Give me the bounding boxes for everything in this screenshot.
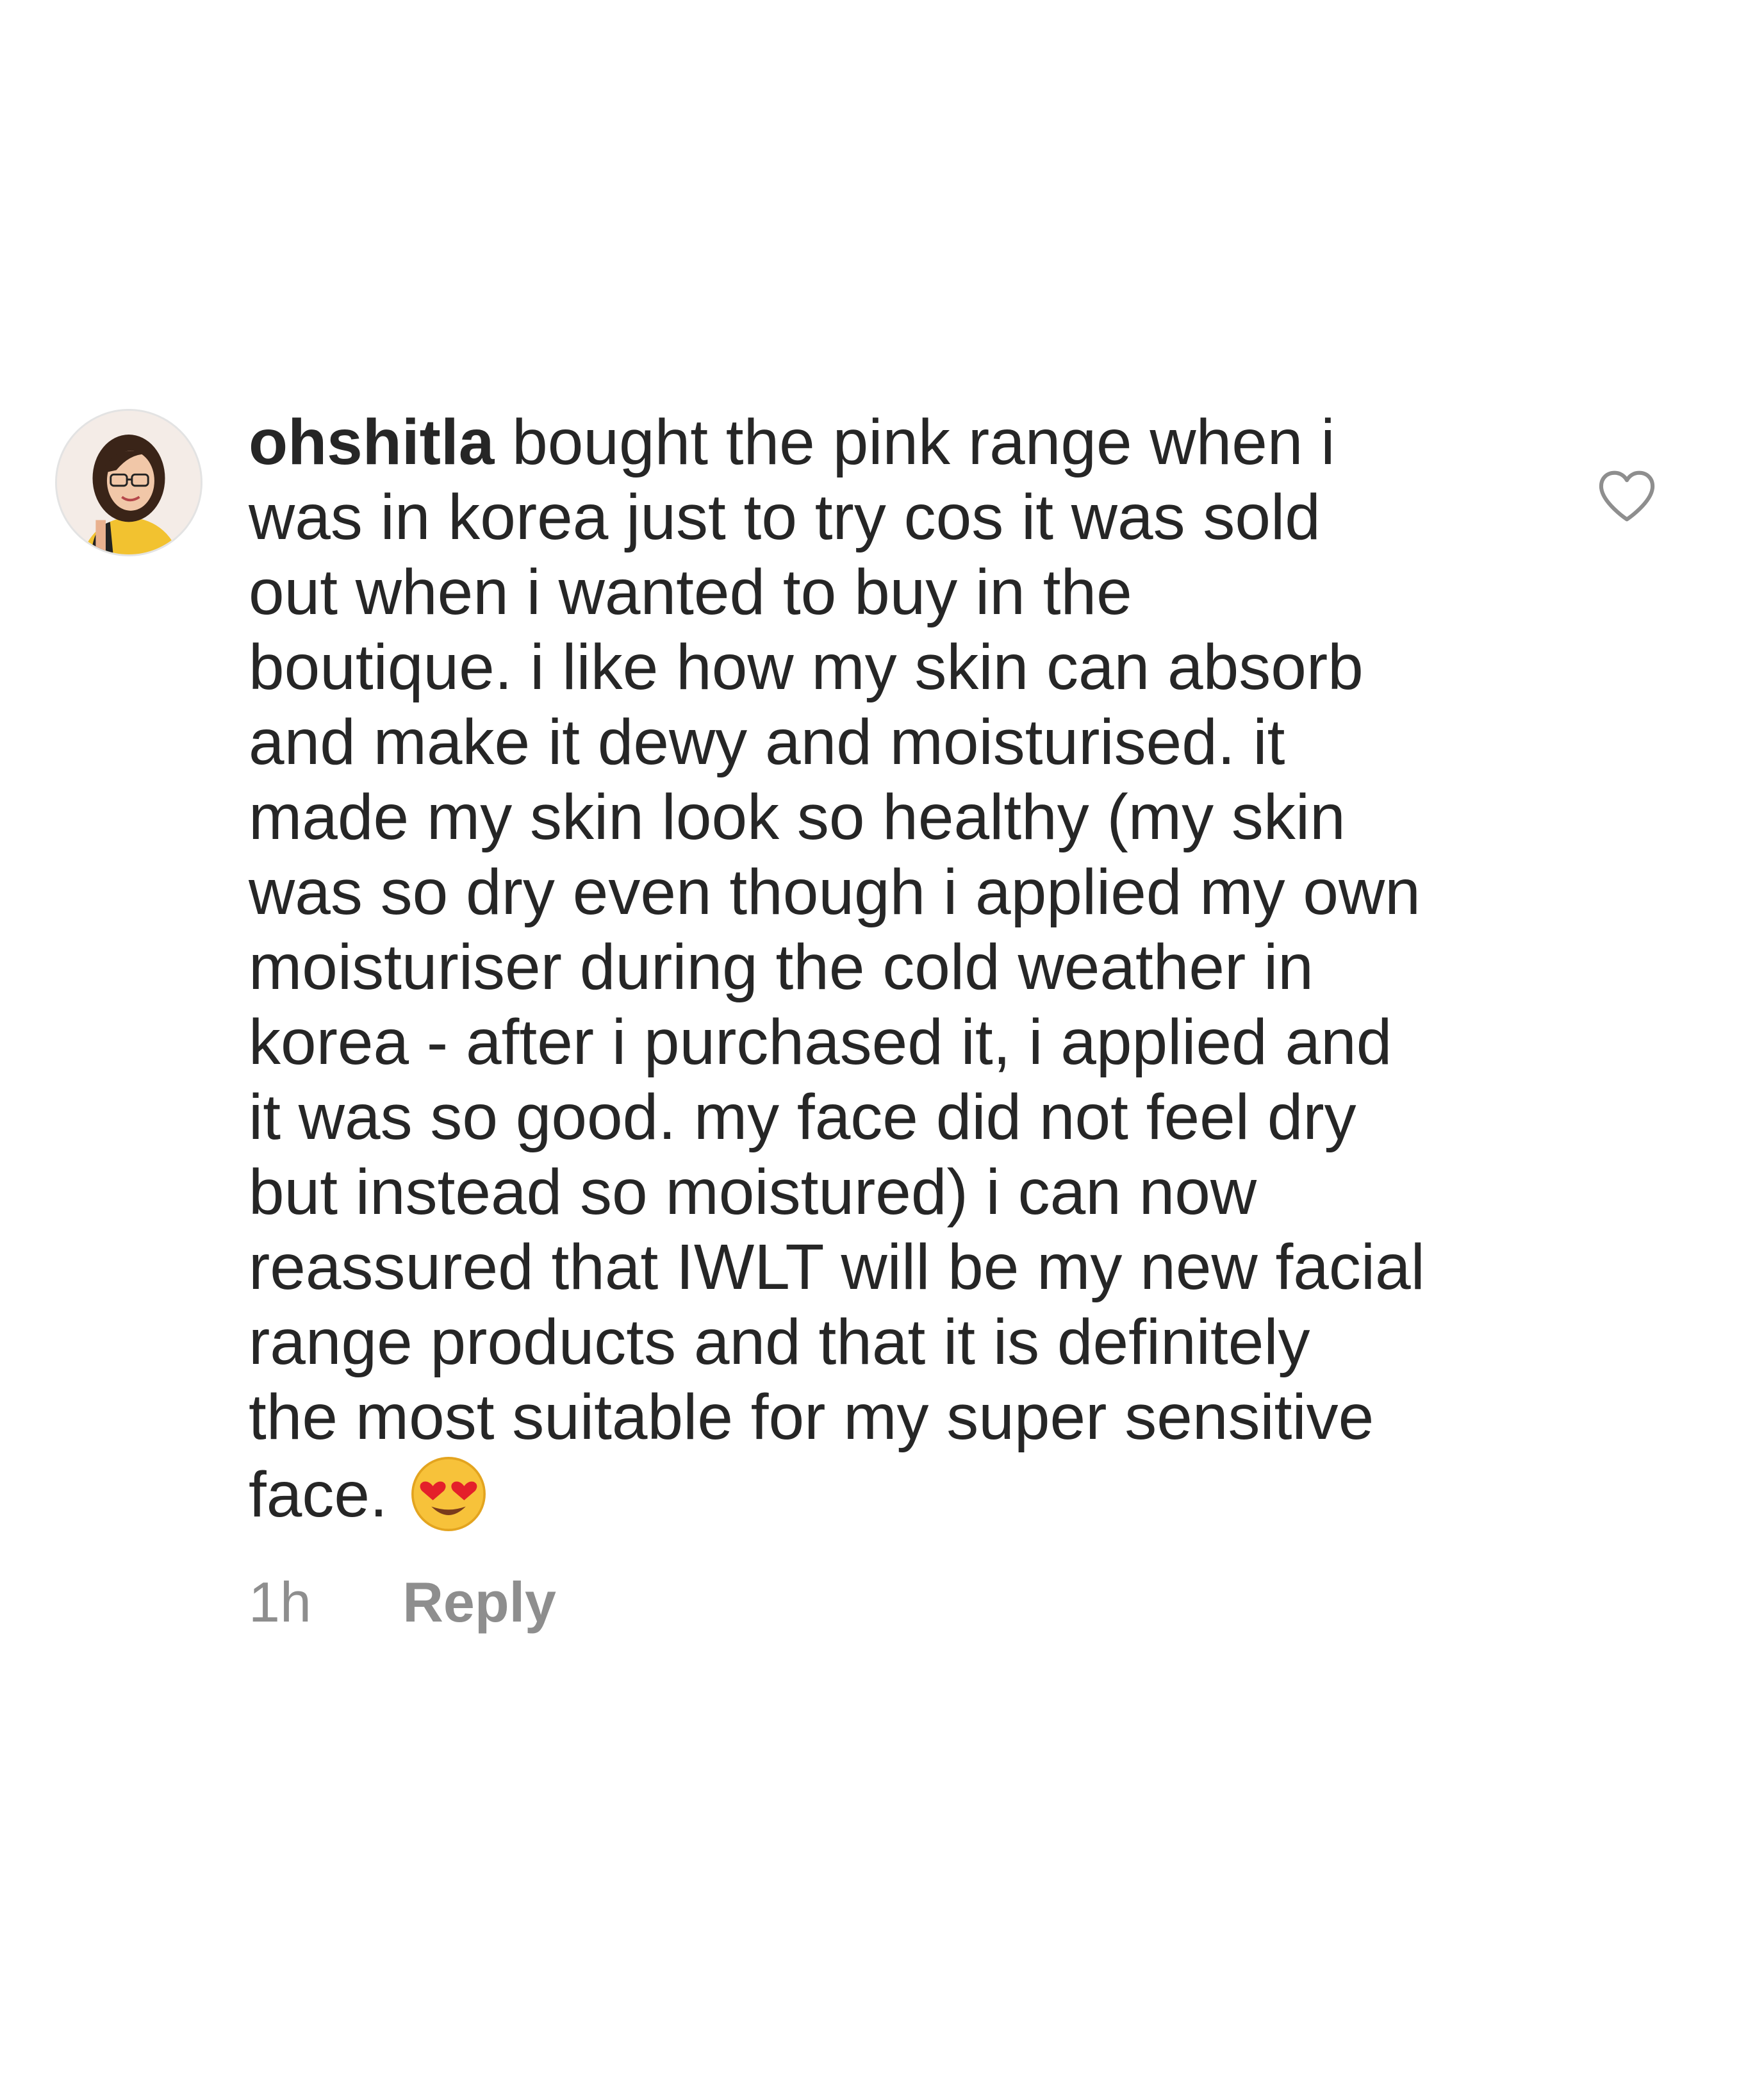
comment-line: boutique. i like how my skin can absorb bbox=[249, 631, 1364, 703]
comment-meta: 1h Reply bbox=[249, 1570, 556, 1634]
comment-line: the most suitable for my super sensitive bbox=[249, 1381, 1374, 1453]
comment-line-text: face. bbox=[249, 1459, 388, 1531]
comment-line-last: face. bbox=[249, 1455, 1517, 1533]
like-button[interactable] bbox=[1597, 469, 1656, 523]
heart-outline-icon bbox=[1599, 470, 1655, 522]
comment-line: and make it dewy and moisturised. it bbox=[249, 706, 1285, 778]
comment-line: made my skin look so healthy (my skin bbox=[249, 781, 1346, 853]
comment-line-text: bought the pink range when i bbox=[494, 406, 1335, 478]
username-link[interactable]: ohshitla bbox=[249, 406, 494, 478]
comment-line: but instead so moistured) i can now bbox=[249, 1156, 1257, 1228]
comment-line: it was so good. my face did not feel dry bbox=[249, 1081, 1356, 1153]
avatar[interactable] bbox=[55, 409, 202, 556]
user-avatar-image bbox=[57, 411, 201, 554]
comment-timestamp: 1h bbox=[249, 1570, 311, 1634]
comment-line: out when i wanted to buy in the bbox=[249, 556, 1132, 628]
comment-line: moisturiser during the cold weather in bbox=[249, 931, 1314, 1003]
reply-button[interactable]: Reply bbox=[402, 1570, 556, 1634]
comment-line: was so dry even though i applied my own bbox=[249, 856, 1421, 928]
comment-line-1: ohshitla bought the pink range when i bbox=[249, 405, 1517, 480]
comment-line: korea - after i purchased it, i applied … bbox=[249, 1006, 1392, 1078]
comment-line: reassured that IWLT will be my new facia… bbox=[249, 1231, 1425, 1303]
comment-item: ohshitla bought the pink range when i wa… bbox=[0, 0, 1764, 2092]
comment-line: was in korea just to try cos it was sold bbox=[249, 481, 1321, 553]
comment-line: range products and that it is definitely bbox=[249, 1306, 1310, 1378]
comment-body: ohshitla bought the pink range when i wa… bbox=[249, 405, 1517, 1533]
heart-eyes-emoji-icon bbox=[409, 1455, 488, 1533]
